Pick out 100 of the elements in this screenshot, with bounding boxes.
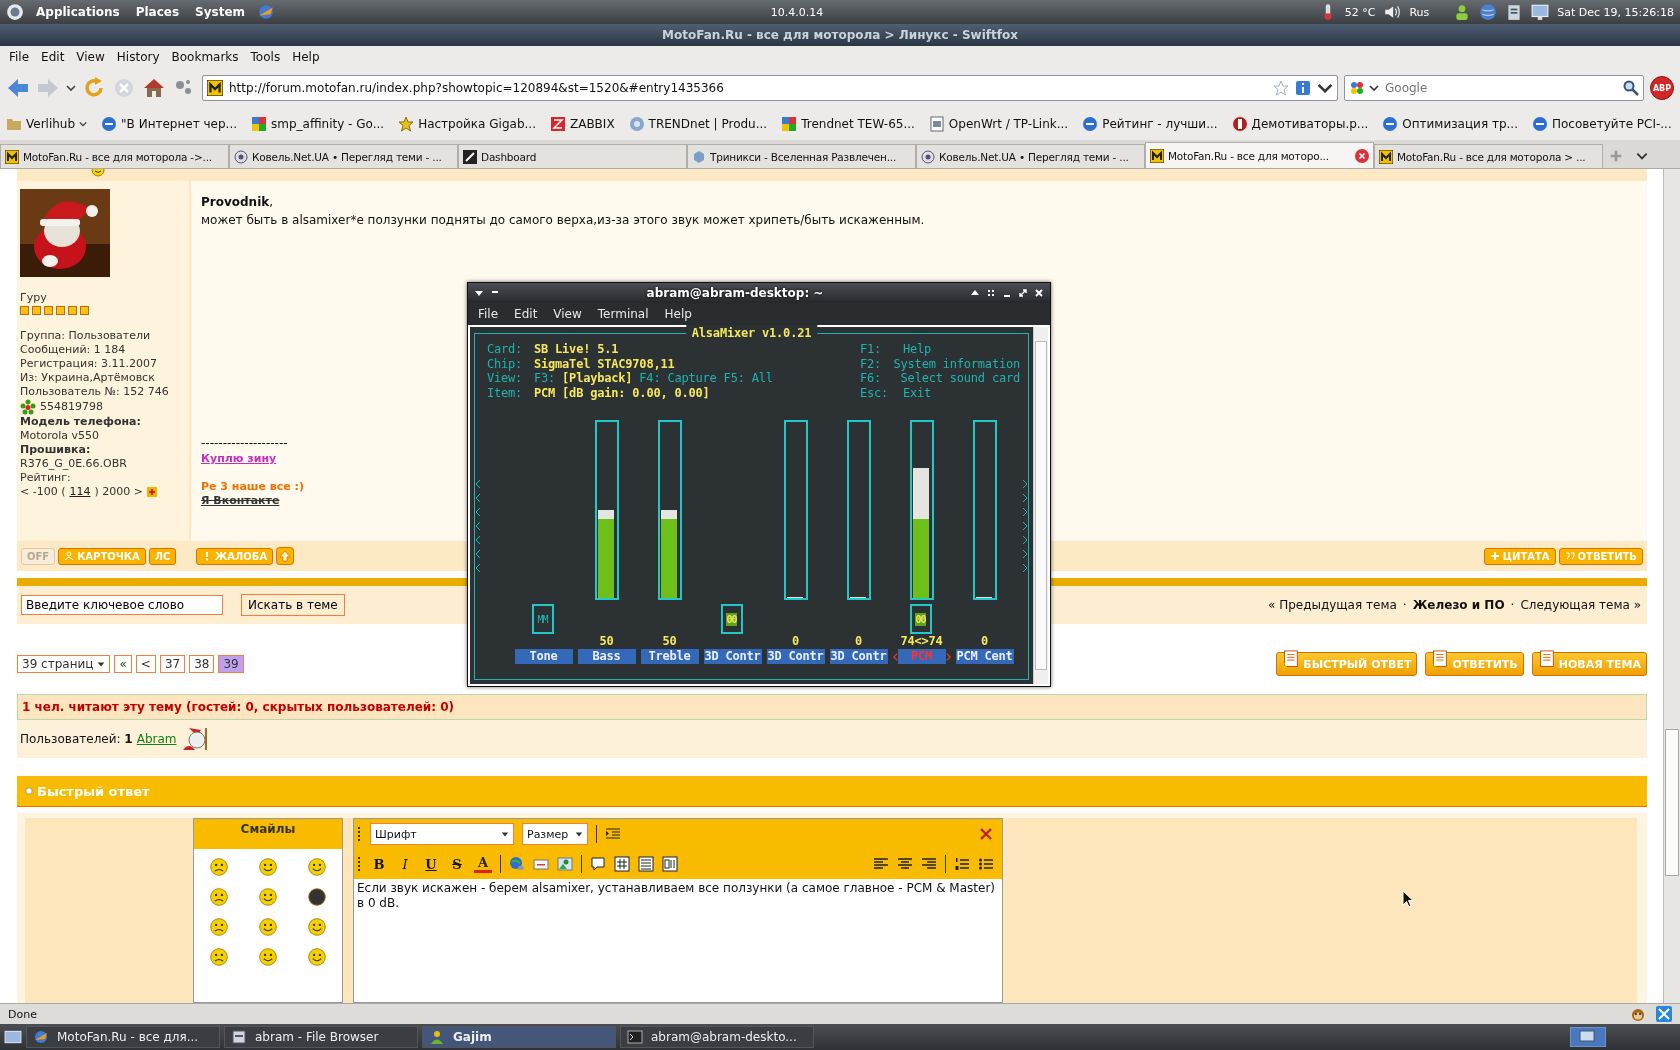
smiley-icon[interactable] bbox=[208, 857, 229, 877]
topic-nav-link[interactable]: « Предыдущая тема bbox=[1267, 598, 1397, 612]
channel-name[interactable]: Treble bbox=[640, 649, 699, 664]
menu-item[interactable]: File bbox=[478, 307, 499, 321]
bookmark[interactable]: Verlihub bbox=[6, 116, 88, 132]
caret-icon[interactable] bbox=[66, 83, 76, 93]
search-engine-icon[interactable] bbox=[1349, 80, 1365, 96]
keyword-field[interactable]: Введите ключевое слово bbox=[21, 595, 223, 615]
taskbar-button[interactable]: Gajim bbox=[422, 1026, 616, 1048]
search-topic-button[interactable]: Искать в теме bbox=[241, 594, 345, 616]
bookmark[interactable]: Настройка Gigab... bbox=[398, 116, 536, 132]
format-button[interactable]: B bbox=[370, 854, 388, 874]
clock[interactable]: Sat Dec 19, 15:26:18 bbox=[1557, 5, 1674, 19]
channel-name[interactable]: 3D Contr bbox=[829, 649, 888, 664]
rating-link[interactable]: 114 bbox=[69, 485, 91, 499]
menu-item[interactable]: View bbox=[71, 50, 110, 64]
browser-tab[interactable]: MotoFan.Ru - все для моторола > ... bbox=[1374, 144, 1603, 168]
tools-icon[interactable] bbox=[1656, 1006, 1672, 1022]
page-link[interactable]: 37 bbox=[159, 655, 186, 673]
shade-icon[interactable] bbox=[970, 288, 980, 298]
panel-menu[interactable]: Applications bbox=[32, 5, 124, 19]
search-box[interactable]: Google bbox=[1344, 75, 1644, 101]
smiley-icon[interactable] bbox=[258, 917, 278, 937]
browser-tab[interactable]: MotoFan.Ru - все для моторо... bbox=[1145, 142, 1374, 168]
message-field[interactable]: Если звук искажен - берем alsamixer, устанавливаем все ползунки (а самое главное - PCM & Master) в 0 dB. bbox=[354, 879, 1002, 1002]
align-left-icon[interactable] bbox=[873, 856, 889, 872]
signature-link[interactable]: Куплю зину bbox=[201, 450, 277, 468]
image-icon[interactable] bbox=[557, 856, 573, 872]
menu-item[interactable]: File bbox=[4, 50, 35, 64]
font-select[interactable]: Шрифт bbox=[370, 823, 514, 845]
format-button[interactable]: S bbox=[448, 854, 466, 874]
menu-item[interactable]: Help bbox=[664, 307, 692, 321]
browser-tab[interactable]: Dashboard bbox=[458, 144, 687, 168]
page-scrollbar[interactable] bbox=[1663, 169, 1680, 1003]
bookmark[interactable]: Оптимизация тр... bbox=[1382, 116, 1518, 132]
browser-tab[interactable]: Ковель.Net.UA • Перегляд теми - ... bbox=[229, 144, 458, 168]
menu-item[interactable]: History bbox=[111, 50, 165, 64]
browser-tab[interactable]: Триникси - Вселенная Развлечен... bbox=[687, 144, 916, 168]
search-icon[interactable] bbox=[1623, 80, 1639, 96]
mute-switch[interactable]: MM bbox=[531, 604, 554, 634]
align-center-icon[interactable] bbox=[897, 856, 913, 872]
channel-name[interactable]: 3D Contr bbox=[766, 649, 825, 664]
code-box-icon[interactable] bbox=[662, 856, 678, 872]
menu-item[interactable]: Tools bbox=[245, 50, 286, 64]
topic-nav-link[interactable]: Следующая тема » bbox=[1520, 598, 1641, 612]
size-select[interactable]: Размер bbox=[522, 823, 588, 845]
plus-icon[interactable] bbox=[146, 487, 157, 497]
pages-dropdown[interactable]: 39 страниц bbox=[17, 655, 111, 673]
menu-item[interactable]: View bbox=[553, 307, 582, 321]
format-button[interactable]: U bbox=[422, 854, 440, 874]
hash-box-icon[interactable] bbox=[614, 856, 630, 872]
user-link[interactable]: Abram bbox=[136, 732, 177, 746]
page-link[interactable]: < bbox=[135, 655, 156, 673]
panel-menu[interactable]: Places bbox=[131, 5, 184, 19]
menu-item[interactable]: Terminal bbox=[597, 307, 649, 321]
menu-item[interactable]: Edit bbox=[36, 50, 70, 64]
smiley-icon[interactable] bbox=[307, 857, 328, 877]
taskbar-button[interactable]: abram - File Browser bbox=[224, 1026, 418, 1048]
forum-link[interactable]: Железо и ПО bbox=[1412, 598, 1505, 612]
bookmark[interactable]: Посоветуйте PCI-... bbox=[1532, 116, 1672, 132]
distro-logo-icon[interactable] bbox=[6, 3, 24, 21]
volume-track[interactable] bbox=[909, 420, 934, 600]
scrollbar[interactable] bbox=[1033, 327, 1048, 684]
back-icon[interactable] bbox=[6, 76, 30, 100]
monkey-icon[interactable] bbox=[1630, 1006, 1646, 1022]
page-link[interactable]: « bbox=[114, 655, 132, 673]
info-icon[interactable] bbox=[1295, 80, 1311, 96]
bookmark[interactable]: Trendnet TEW-65... bbox=[781, 116, 915, 132]
smiley-icon[interactable] bbox=[307, 887, 328, 907]
volume-track[interactable] bbox=[846, 420, 871, 600]
signature-link[interactable]: Я Вконтакте bbox=[201, 494, 280, 508]
bookmark[interactable]: TRENDnet | Produ... bbox=[628, 116, 768, 132]
page-link[interactable]: 39 bbox=[218, 655, 244, 673]
smiley-icon[interactable] bbox=[208, 887, 229, 907]
volume-track[interactable] bbox=[594, 420, 619, 600]
browser-launcher-icon[interactable] bbox=[257, 3, 276, 21]
channel-name[interactable]: 3D Contr bbox=[703, 649, 762, 664]
numbered-list-icon[interactable] bbox=[954, 856, 970, 872]
globe-icon[interactable] bbox=[1479, 3, 1498, 21]
bookmark[interactable]: Рейтинг - лучши... bbox=[1082, 116, 1218, 132]
smiley-icon[interactable] bbox=[307, 947, 328, 967]
format-button[interactable]: I bbox=[396, 854, 414, 874]
format-button[interactable]: A bbox=[474, 855, 492, 873]
show-desktop-icon[interactable] bbox=[4, 1028, 22, 1046]
panel-menu[interactable]: System bbox=[191, 5, 250, 19]
taskbar-button[interactable]: MotoFan.Ru - все для... bbox=[26, 1026, 220, 1048]
smiley-icon[interactable] bbox=[208, 917, 229, 937]
bookmark[interactable]: Демотиваторы.р... bbox=[1231, 116, 1369, 132]
bullet-list-icon[interactable] bbox=[978, 856, 994, 872]
home-icon[interactable] bbox=[142, 76, 166, 100]
speaker-icon[interactable] bbox=[1383, 3, 1402, 21]
channel-name[interactable]: PCM Cent bbox=[955, 649, 1014, 664]
bookmark[interactable]: smp_affinity - Go... bbox=[251, 116, 385, 132]
address-field[interactable]: http://forum.motofan.ru/index.php?showtopic=120894&st=1520&#entry1435366 bbox=[202, 75, 1338, 101]
monitor-icon[interactable] bbox=[1531, 3, 1550, 21]
volume-track[interactable] bbox=[972, 420, 997, 600]
channel-name[interactable]: Tone bbox=[514, 649, 573, 664]
caret-icon[interactable] bbox=[474, 288, 484, 298]
page-link[interactable]: 38 bbox=[189, 655, 215, 673]
smiley-icon[interactable] bbox=[258, 887, 278, 907]
